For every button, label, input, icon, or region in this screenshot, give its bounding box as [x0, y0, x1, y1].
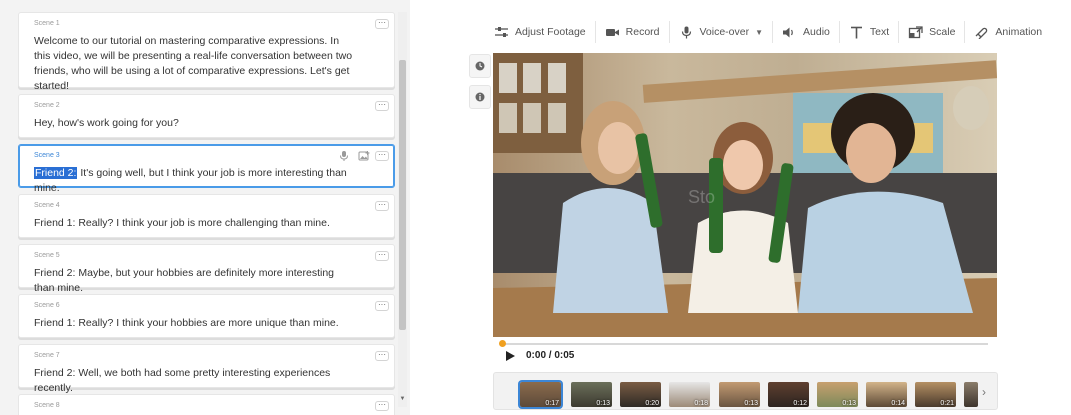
microphone-icon[interactable]: [338, 150, 350, 162]
speaker-icon: [783, 27, 793, 37]
scene-label: Scene 3: [34, 152, 60, 159]
more-options-button[interactable]: ···: [375, 301, 389, 311]
text-icon: [850, 26, 862, 38]
more-options-button[interactable]: ···: [375, 401, 389, 411]
animation-button[interactable]: Animation: [965, 21, 1051, 43]
scene-thumbnail-7[interactable]: 0:13: [817, 382, 858, 407]
audio-button[interactable]: Audio: [773, 21, 840, 43]
microphone-icon: [681, 26, 691, 38]
scale-icon: [909, 25, 923, 38]
scene-label: Scene 6: [34, 302, 60, 309]
add-media-icon[interactable]: [358, 150, 370, 162]
scene-thumbnail-8[interactable]: 0:14: [866, 382, 907, 407]
scene-thumbnail-2[interactable]: 0:13: [571, 382, 612, 407]
video-preview[interactable]: Sto: [493, 53, 997, 337]
scene-text[interactable]: Hey, how's work going for you?: [19, 95, 394, 141]
info-icon: [475, 92, 485, 102]
voiceover-dropdown[interactable]: Voice-over ▼: [670, 21, 774, 43]
animation-label: Animation: [995, 26, 1043, 38]
adjust-sliders-icon: [495, 26, 508, 37]
scene-card-8[interactable]: Scene 8 ···: [18, 394, 395, 415]
thumbnail-duration: 0:12: [793, 400, 807, 407]
more-options-button[interactable]: ···: [375, 201, 389, 211]
scene-thumbnail-5[interactable]: 0:13: [719, 382, 760, 407]
scene-label: Scene 4: [34, 202, 60, 209]
scene-text[interactable]: Welcome to our tutorial on mastering com…: [19, 13, 394, 104]
scene-filmstrip: 0:17 0:13 0:20 0:18 0:13 0:12 0:13 0:14 …: [493, 372, 998, 410]
more-options-button[interactable]: ···: [375, 19, 389, 29]
scene-card-5[interactable]: Scene 5 ··· Friend 2: Maybe, but your ho…: [18, 244, 395, 294]
thumbnail-duration: 0:20: [645, 400, 659, 407]
scene-thumbnail-6[interactable]: 0:12: [768, 382, 809, 407]
scene-card-2[interactable]: Scene 2 ··· Hey, how's work going for yo…: [18, 94, 395, 138]
adjust-footage-button[interactable]: Adjust Footage: [485, 21, 596, 43]
scene-tools: [338, 150, 370, 162]
more-options-button[interactable]: ···: [375, 351, 389, 361]
thumbnail-duration: 0:13: [744, 400, 758, 407]
more-options-button[interactable]: ···: [375, 151, 389, 161]
voiceover-label: Voice-over: [699, 26, 750, 38]
scene-list-panel: Scene 1 ··· Welcome to our tutorial on m…: [0, 0, 410, 415]
thumbnail-duration: 0:14: [891, 400, 905, 407]
thumbnail-duration: 0:13: [842, 400, 856, 407]
video-frame-image: Sto: [493, 53, 997, 337]
animation-icon: [975, 27, 988, 39]
scene-card-3[interactable]: Scene 3 ··· Friend 2: It's going well, b…: [18, 144, 395, 194]
scale-button[interactable]: Scale: [899, 21, 966, 43]
scrollbar-thumb[interactable]: [399, 60, 406, 330]
record-label: Record: [625, 26, 660, 38]
record-button[interactable]: Record: [596, 21, 670, 43]
scene-thumbnail-9[interactable]: 0:21: [915, 382, 956, 407]
scene-list: Scene 1 ··· Welcome to our tutorial on m…: [18, 12, 395, 415]
editor-toolbar: Adjust Footage Record Voice-over ▼ Audio…: [485, 21, 1051, 43]
scale-label: Scale: [929, 26, 956, 38]
scroll-down-arrow-icon[interactable]: ▼: [399, 396, 406, 403]
scene-thumbnail-10[interactable]: [964, 382, 978, 407]
scene-card-7[interactable]: Scene 7 ··· Friend 2: Well, we both had …: [18, 344, 395, 394]
more-options-button[interactable]: ···: [375, 251, 389, 261]
text-label: Text: [869, 26, 890, 38]
scene-thumbnail-4[interactable]: 0:18: [669, 382, 710, 407]
scene-label: Scene 1: [34, 20, 60, 27]
scene-text[interactable]: Friend 1: Really? I think your hobbies a…: [19, 295, 394, 341]
progress-handle[interactable]: [499, 340, 506, 347]
scene-text[interactable]: Friend 1: Really? I think your job is mo…: [19, 195, 394, 241]
text-button[interactable]: Text: [840, 21, 900, 43]
thumbnail-duration: 0:18: [694, 400, 708, 407]
info-button[interactable]: [469, 85, 491, 109]
video-camera-icon: [605, 28, 619, 36]
scene-label: Scene 2: [34, 102, 60, 109]
scene-card-4[interactable]: Scene 4 ··· Friend 1: Really? I think yo…: [18, 194, 395, 238]
chevron-down-icon: ▼: [755, 27, 764, 37]
thumbnail-duration: 0:17: [545, 400, 559, 407]
more-options-button[interactable]: ···: [375, 101, 389, 111]
timer-button[interactable]: [469, 54, 491, 78]
scene-label: Scene 5: [34, 252, 60, 259]
watermark-text: Sto: [688, 187, 715, 207]
thumbnail-duration: 0:21: [940, 400, 954, 407]
scene-text-rest[interactable]: It's going well, but I think your job is…: [34, 167, 347, 194]
chevron-right-icon[interactable]: ›: [982, 385, 986, 399]
progress-bar[interactable]: [502, 343, 988, 345]
adjust-footage-label: Adjust Footage: [515, 26, 586, 38]
audio-label: Audio: [803, 26, 830, 38]
play-icon[interactable]: [504, 350, 516, 362]
scene-label: Scene 8: [34, 402, 60, 409]
scene-label: Scene 7: [34, 352, 60, 359]
thumbnail-duration: 0:13: [596, 400, 610, 407]
selected-speaker-text[interactable]: Friend 2:: [34, 167, 78, 179]
clock-icon: [475, 61, 485, 71]
playback-time: 0:00 / 0:05: [526, 350, 575, 361]
scene-card-6[interactable]: Scene 6 ··· Friend 1: Really? I think yo…: [18, 294, 395, 338]
scene-thumbnail-3[interactable]: 0:20: [620, 382, 661, 407]
scene-thumbnail-1[interactable]: 0:17: [518, 380, 563, 409]
scene-card-1[interactable]: Scene 1 ··· Welcome to our tutorial on m…: [18, 12, 395, 92]
